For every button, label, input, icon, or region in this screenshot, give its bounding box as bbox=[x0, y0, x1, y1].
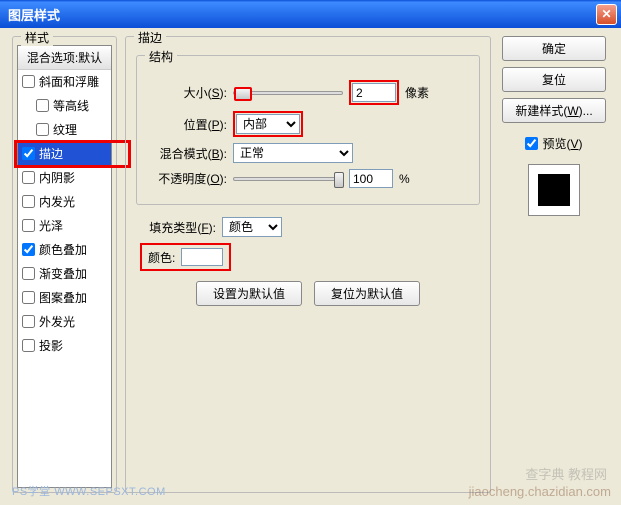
new-style-button[interactable]: 新建样式(W)... bbox=[502, 98, 606, 123]
filltype-row: 填充类型(F): 颜色 bbox=[136, 217, 480, 237]
style-label-2: 纹理 bbox=[53, 121, 77, 138]
close-button[interactable]: ✕ bbox=[596, 4, 617, 25]
default-buttons-row: 设置为默认值 复位为默认值 bbox=[136, 281, 480, 306]
preview-label: 预览(V) bbox=[542, 135, 582, 152]
style-label-9: 图案叠加 bbox=[39, 289, 87, 306]
style-item-9[interactable]: 图案叠加 bbox=[18, 286, 111, 310]
position-row: 位置(P): 内部 bbox=[147, 111, 469, 137]
stroke-groupbox: 描边 结构 大小(S): 像素 位置(P): 内部 bbox=[125, 36, 491, 493]
color-label: 颜色: bbox=[148, 249, 175, 266]
style-item-5[interactable]: 内发光 bbox=[18, 190, 111, 214]
style-label-10: 外发光 bbox=[39, 313, 75, 330]
styles-groupbox: 样式 混合选项:默认 斜面和浮雕等高线纹理描边内阴影内发光光泽颜色叠加渐变叠加图… bbox=[12, 36, 117, 493]
style-checkbox-10[interactable] bbox=[22, 315, 35, 328]
color-highlight: 颜色: bbox=[140, 243, 231, 271]
size-row: 大小(S): 像素 bbox=[147, 80, 469, 105]
style-item-2[interactable]: 纹理 bbox=[18, 118, 111, 142]
size-unit: 像素 bbox=[405, 84, 429, 101]
set-default-button[interactable]: 设置为默认值 bbox=[196, 281, 302, 306]
style-label-1: 等高线 bbox=[53, 97, 89, 114]
watermark-left: PS学堂 WWW.SEPSXT.COM bbox=[12, 483, 166, 499]
size-input[interactable] bbox=[352, 83, 396, 102]
preview-checkbox[interactable] bbox=[525, 137, 538, 150]
opacity-row: 不透明度(O): % bbox=[147, 169, 469, 188]
style-item-10[interactable]: 外发光 bbox=[18, 310, 111, 334]
size-label: 大小(S): bbox=[147, 84, 227, 101]
titlebar: 图层样式 ✕ bbox=[0, 0, 621, 28]
color-row: 颜色: bbox=[136, 243, 480, 271]
style-label-4: 内阴影 bbox=[39, 169, 75, 186]
size-slider-thumb[interactable] bbox=[234, 87, 252, 101]
style-checkbox-8[interactable] bbox=[22, 267, 35, 280]
preview-swatch bbox=[528, 164, 580, 216]
style-label-7: 颜色叠加 bbox=[39, 241, 87, 258]
style-checkbox-2[interactable] bbox=[36, 123, 49, 136]
style-checkbox-5[interactable] bbox=[22, 195, 35, 208]
ok-button[interactable]: 确定 bbox=[502, 36, 606, 61]
watermark-right-top: 查字典 教程网 bbox=[525, 464, 607, 483]
opacity-slider[interactable] bbox=[233, 177, 343, 181]
blendmode-select[interactable]: 正常 bbox=[233, 143, 353, 163]
style-checkbox-7[interactable] bbox=[22, 243, 35, 256]
style-checkbox-1[interactable] bbox=[36, 99, 49, 112]
style-item-0[interactable]: 斜面和浮雕 bbox=[18, 70, 111, 94]
size-highlight bbox=[349, 80, 399, 105]
style-checkbox-9[interactable] bbox=[22, 291, 35, 304]
preview-swatch-inner bbox=[538, 174, 570, 206]
close-icon: ✕ bbox=[601, 7, 611, 21]
style-item-4[interactable]: 内阴影 bbox=[18, 166, 111, 190]
position-highlight: 内部 bbox=[233, 111, 303, 137]
settings-panel: 描边 结构 大小(S): 像素 位置(P): 内部 bbox=[125, 36, 491, 493]
style-checkbox-4[interactable] bbox=[22, 171, 35, 184]
filltype-select[interactable]: 颜色 bbox=[222, 217, 282, 237]
structure-groupbox: 结构 大小(S): 像素 位置(P): 内部 混合模式(B): bbox=[136, 55, 480, 205]
dialog-body: 样式 混合选项:默认 斜面和浮雕等高线纹理描边内阴影内发光光泽颜色叠加渐变叠加图… bbox=[4, 28, 617, 501]
styles-list: 混合选项:默认 斜面和浮雕等高线纹理描边内阴影内发光光泽颜色叠加渐变叠加图案叠加… bbox=[17, 45, 112, 488]
style-item-3[interactable]: 描边 bbox=[18, 142, 111, 166]
styles-group-title: 样式 bbox=[21, 29, 53, 46]
style-label-6: 光泽 bbox=[39, 217, 63, 234]
style-item-11[interactable]: 投影 bbox=[18, 334, 111, 358]
style-checkbox-6[interactable] bbox=[22, 219, 35, 232]
reset-button[interactable]: 复位 bbox=[502, 67, 606, 92]
blendmode-label: 混合模式(B): bbox=[147, 145, 227, 162]
blendmode-row: 混合模式(B): 正常 bbox=[147, 143, 469, 163]
position-label: 位置(P): bbox=[147, 116, 227, 133]
structure-title: 结构 bbox=[145, 48, 177, 65]
watermark-right-bottom: jiaocheng.chazidian.com bbox=[469, 484, 611, 499]
style-label-5: 内发光 bbox=[39, 193, 75, 210]
style-label-3: 描边 bbox=[39, 145, 63, 162]
style-item-1[interactable]: 等高线 bbox=[18, 94, 111, 118]
style-item-6[interactable]: 光泽 bbox=[18, 214, 111, 238]
opacity-input[interactable] bbox=[349, 169, 393, 188]
style-checkbox-0[interactable] bbox=[22, 75, 35, 88]
filltype-label: 填充类型(F): bbox=[136, 219, 216, 236]
style-item-8[interactable]: 渐变叠加 bbox=[18, 262, 111, 286]
opacity-unit: % bbox=[399, 172, 410, 186]
position-select[interactable]: 内部 bbox=[236, 114, 300, 134]
reset-default-button[interactable]: 复位为默认值 bbox=[314, 281, 420, 306]
style-checkbox-3[interactable] bbox=[22, 147, 35, 160]
style-label-11: 投影 bbox=[39, 337, 63, 354]
blend-options-header[interactable]: 混合选项:默认 bbox=[18, 46, 111, 70]
window-title: 图层样式 bbox=[8, 5, 596, 24]
style-checkbox-11[interactable] bbox=[22, 339, 35, 352]
size-slider[interactable] bbox=[233, 91, 343, 95]
action-panel: 确定 复位 新建样式(W)... 预览(V) bbox=[499, 36, 609, 493]
color-swatch[interactable] bbox=[181, 248, 223, 266]
style-label-8: 渐变叠加 bbox=[39, 265, 87, 282]
stroke-group-title: 描边 bbox=[134, 29, 166, 46]
opacity-label: 不透明度(O): bbox=[147, 170, 227, 187]
styles-panel: 样式 混合选项:默认 斜面和浮雕等高线纹理描边内阴影内发光光泽颜色叠加渐变叠加图… bbox=[12, 36, 117, 493]
opacity-slider-thumb[interactable] bbox=[334, 172, 344, 188]
preview-checkbox-row[interactable]: 预览(V) bbox=[525, 135, 582, 152]
style-item-7[interactable]: 颜色叠加 bbox=[18, 238, 111, 262]
style-label-0: 斜面和浮雕 bbox=[39, 73, 99, 90]
